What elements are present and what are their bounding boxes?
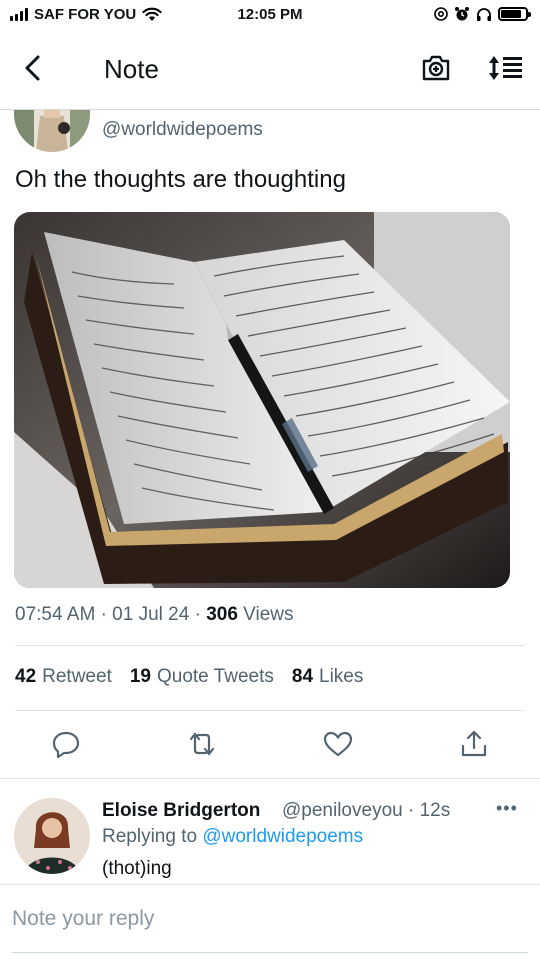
battery-icon xyxy=(498,7,531,21)
comment-icon xyxy=(52,731,80,759)
quotes-stat[interactable]: 19 Quote Tweets xyxy=(130,666,274,688)
retweets-label: Retweet xyxy=(42,666,112,687)
replying-to: Replying to @worldwidepoems xyxy=(102,826,363,848)
reply-button[interactable] xyxy=(50,728,82,760)
back-button[interactable] xyxy=(18,52,50,84)
likes-stat[interactable]: 84 Likes xyxy=(292,666,364,688)
reply-author-name[interactable]: Eloise Bridgerton xyxy=(102,800,260,822)
divider xyxy=(15,645,525,646)
alarm-icon xyxy=(455,7,469,21)
top-navigation-bar: Note xyxy=(0,40,540,110)
like-button[interactable] xyxy=(322,728,354,760)
chevron-left-icon xyxy=(25,55,40,81)
camera-add-icon xyxy=(422,55,450,81)
tweet-photo[interactable] xyxy=(14,212,510,588)
notebook-photo xyxy=(14,212,510,588)
meta-separator: · xyxy=(194,604,201,625)
battery-level xyxy=(501,10,522,18)
views-count: 306 xyxy=(206,604,238,625)
quotes-label: Quote Tweets xyxy=(156,666,274,687)
tweet-meta: 07:54 AM · 01 Jul 24 · 306 Views xyxy=(15,604,294,626)
retweet-button[interactable] xyxy=(186,728,218,760)
replying-prefix: Replying to xyxy=(102,826,198,847)
sort-list-icon xyxy=(489,56,522,80)
quotes-count: 19 xyxy=(129,666,151,687)
replying-to-link[interactable]: @worldwidepoems xyxy=(202,826,363,847)
tweet-stats: 42 Retweet 19 Quote Tweets 84 Likes xyxy=(15,666,363,688)
divider xyxy=(0,884,540,885)
page-title: Note xyxy=(104,54,159,84)
author-handle[interactable]: @worldwidepoems xyxy=(102,119,263,141)
meta-separator: · xyxy=(100,604,107,625)
more-options-icon[interactable]: ••• xyxy=(496,798,518,819)
reply-author-handle: @peniloveyou · 12s xyxy=(282,800,451,821)
divider xyxy=(0,778,540,779)
retweets-count: 42 xyxy=(15,666,37,687)
tweet-text: Oh the thoughts are thoughting xyxy=(15,166,346,193)
reply-text: (thot)ing xyxy=(102,858,172,879)
sort-button[interactable] xyxy=(486,52,526,84)
status-bar: SAF FOR YOU 12:05 PM xyxy=(0,0,540,32)
tweet-actions xyxy=(0,728,540,764)
divider xyxy=(15,710,525,711)
share-button[interactable] xyxy=(458,728,490,760)
likes-count: 84 xyxy=(291,666,314,687)
reply-input[interactable] xyxy=(12,896,528,942)
tweet-time: 07:54 AM xyxy=(15,604,96,625)
share-icon xyxy=(461,730,487,757)
retweet-icon xyxy=(189,732,215,756)
status-right xyxy=(434,6,531,22)
input-underline xyxy=(12,952,528,953)
at-sign-icon xyxy=(434,7,448,21)
retweets-stat[interactable]: 42 Retweet xyxy=(15,666,112,688)
likes-label: Likes xyxy=(319,666,364,687)
tweet-date: 01 Jul 24 xyxy=(112,604,190,625)
heart-icon xyxy=(323,731,353,757)
headphones-icon xyxy=(477,7,491,21)
camera-button[interactable] xyxy=(420,52,452,84)
reply-avatar[interactable] xyxy=(14,798,90,874)
views-label: Views xyxy=(243,604,294,625)
